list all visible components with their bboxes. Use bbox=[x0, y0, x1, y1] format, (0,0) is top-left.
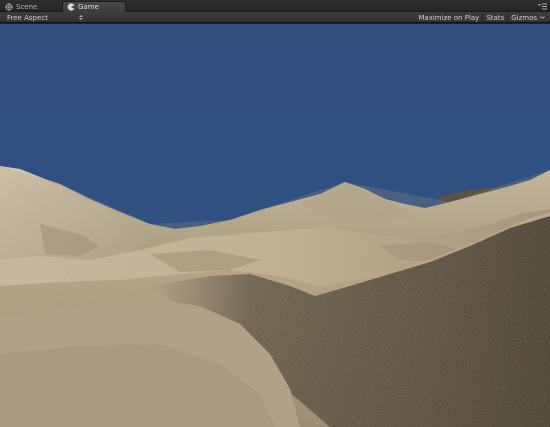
tab-game-label: Game bbox=[78, 3, 99, 11]
aspect-dropdown-label: Free Aspect bbox=[7, 13, 48, 22]
editor-tab-bar: Scene Game bbox=[0, 0, 550, 12]
desert-terrain-render bbox=[0, 24, 550, 427]
maximize-on-play-label: Maximize on Play bbox=[418, 13, 480, 22]
stats-toggle[interactable]: Stats bbox=[483, 13, 509, 22]
panel-menu-icon bbox=[537, 3, 547, 9]
pacman-icon bbox=[67, 3, 75, 11]
tab-game[interactable]: Game bbox=[62, 1, 126, 12]
gizmos-toggle[interactable]: Gizmos bbox=[508, 13, 548, 22]
game-view-toolbar: Free Aspect Maximize on Play Stats Gizmo… bbox=[0, 12, 550, 23]
updown-arrows-icon bbox=[79, 15, 83, 20]
panel-menu-button[interactable] bbox=[537, 1, 547, 11]
game-view-viewport[interactable] bbox=[0, 24, 550, 427]
crosshair-icon bbox=[5, 2, 13, 11]
unity-editor-window: Scene Game Free Aspect Maximize on Play … bbox=[0, 0, 550, 427]
stats-label: Stats bbox=[486, 13, 505, 22]
aspect-dropdown[interactable]: Free Aspect bbox=[2, 13, 86, 22]
maximize-on-play-toggle[interactable]: Maximize on Play bbox=[415, 13, 484, 22]
tab-scene-label: Scene bbox=[16, 2, 38, 11]
tab-scene[interactable]: Scene bbox=[1, 1, 61, 12]
toolbar-right-group: Maximize on Play Stats Gizmos bbox=[415, 13, 548, 22]
chevron-down-icon[interactable] bbox=[539, 14, 545, 21]
gizmos-label: Gizmos bbox=[511, 13, 537, 22]
